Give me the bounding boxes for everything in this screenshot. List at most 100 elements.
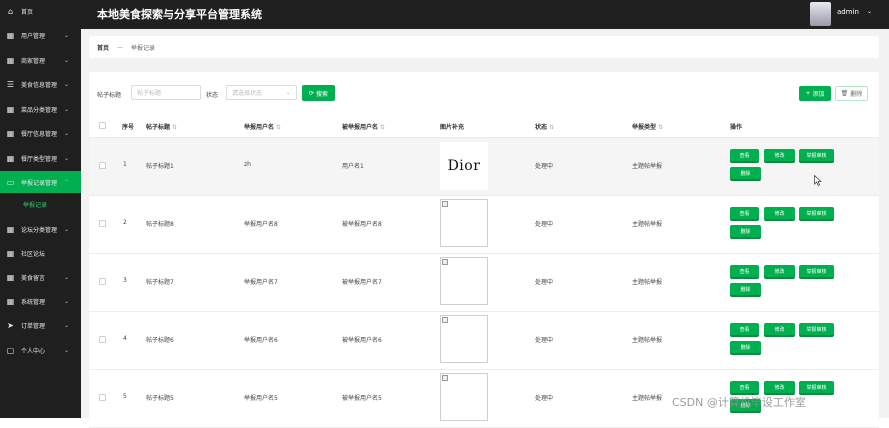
row-index: 4: [123, 335, 127, 342]
row-image: [440, 315, 488, 363]
sidebar-item-label: 用户管理: [21, 32, 46, 40]
column-header-title[interactable]: 帖子标题 ⇅: [146, 122, 177, 131]
row-index: 2: [123, 219, 127, 226]
sort-icon[interactable]: ⇅: [380, 124, 385, 131]
row-reporter: 举报用户名5: [244, 395, 278, 402]
header-label: 举报用户名: [244, 124, 275, 131]
sidebar-item[interactable]: ▦ 餐厅信息管理 ⌄: [0, 122, 81, 144]
view-button[interactable]: 查看: [730, 207, 759, 221]
chevron-down-icon: ⌄: [64, 129, 70, 137]
title-filter-label: 帖子标题: [97, 92, 122, 99]
avatar[interactable]: [810, 2, 831, 26]
breadcrumb-current: 举报记录: [131, 44, 156, 52]
row-index: 1: [123, 161, 127, 168]
admin-username[interactable]: admin: [837, 8, 859, 16]
sidebar-item-label: 商家管理: [21, 57, 46, 65]
sidebar-item[interactable]: ▦ 用户管理 ⌄: [0, 24, 81, 46]
sidebar-item[interactable]: ☰ 美食信息管理 ⌄: [0, 73, 81, 95]
delete-button[interactable]: 删除: [730, 341, 761, 355]
delete-button[interactable]: 删除: [730, 167, 761, 181]
row-reported-user: 被举报用户名5: [342, 395, 382, 402]
edit-button[interactable]: 修改: [764, 207, 795, 221]
row-report-type: 主题帖举报: [632, 221, 663, 228]
column-header-type[interactable]: 举报类型 ⇅: [632, 122, 663, 131]
sort-icon[interactable]: ⇅: [172, 124, 177, 131]
sidebar-item[interactable]: ▦ 菜品分类管理 ⌄: [0, 98, 81, 120]
select-all-checkbox[interactable]: [99, 122, 106, 129]
column-header-image: 图片补充: [440, 122, 464, 131]
row-checkbox[interactable]: [99, 336, 106, 343]
row-index: 3: [123, 277, 127, 284]
sidebar-item[interactable]: ➤ 订单管理 ⌄: [0, 314, 81, 336]
row-reporter: zh: [244, 161, 251, 168]
row-status: 处理中: [535, 221, 554, 228]
sort-icon[interactable]: ⇅: [276, 124, 281, 131]
delete-button[interactable]: 删除: [730, 225, 761, 239]
row-checkbox[interactable]: [99, 394, 106, 401]
broken-image-icon: [442, 375, 448, 381]
edit-button[interactable]: 修改: [764, 381, 795, 395]
row-reporter: 举报用户名6: [244, 337, 278, 344]
review-report-button[interactable]: 举报审核: [799, 207, 834, 221]
chevron-down-icon: ⌄: [64, 31, 70, 39]
row-reporter: 举报用户名7: [244, 279, 278, 286]
row-title: 帖子标题8: [146, 221, 174, 228]
edit-button[interactable]: 修改: [764, 149, 795, 163]
sort-icon[interactable]: ⇅: [549, 124, 554, 131]
header-label: 帖子标题: [146, 124, 171, 131]
view-button[interactable]: 查看: [730, 149, 759, 163]
row-checkbox[interactable]: [99, 220, 106, 227]
row-image: [440, 199, 488, 247]
column-header-reported[interactable]: 被举报用户名 ⇅: [342, 122, 385, 131]
view-button[interactable]: 查看: [730, 323, 759, 337]
sidebar-subitem-report-records[interactable]: 举报记录: [0, 196, 81, 212]
breadcrumb-home[interactable]: 首页: [97, 43, 109, 52]
review-report-button[interactable]: 举报审核: [799, 265, 834, 279]
column-header-status[interactable]: 状态 ⇅: [535, 122, 554, 131]
sidebar-item[interactable]: ▦ 论坛分类管理 ⌄: [0, 218, 81, 240]
view-button[interactable]: 查看: [730, 265, 759, 279]
header-label: 操作: [730, 124, 743, 131]
edit-button[interactable]: 修改: [764, 323, 795, 337]
sidebar-item[interactable]: ▦ 社区论坛: [0, 242, 81, 264]
sidebar-item[interactable]: ▦ 餐厅类型管理 ⌄: [0, 147, 81, 169]
review-report-button[interactable]: 举报审核: [799, 323, 834, 337]
row-checkbox[interactable]: [99, 162, 106, 169]
row-report-type: 主题帖举报: [632, 163, 663, 170]
sort-icon[interactable]: ⇅: [658, 124, 663, 131]
sidebar-item-label: 个人中心: [21, 347, 46, 355]
app-title: 本地美食探索与分享平台管理系统: [97, 8, 262, 21]
sidebar: ⌂ 首页 ▦ 用户管理 ⌄ ▦ 商家管理 ⌄ ☰ 美食信息管理 ⌄ ▦ 菜品分类管理 ⌄ ▦ 餐厅信息管理 ⌄ ▦…: [0, 0, 81, 418]
row-checkbox[interactable]: [99, 278, 106, 285]
sidebar-item[interactable]: ▦ 系统管理 ⌄: [0, 290, 81, 312]
search-button[interactable]: ⟳ 搜索: [302, 85, 335, 101]
delete-button-label: 删除: [850, 91, 863, 98]
row-title: 帖子标题1: [146, 163, 174, 170]
sidebar-item[interactable]: ⌂ 首页: [0, 0, 81, 22]
chevron-down-icon[interactable]: ⌄: [867, 8, 872, 15]
row-status: 处理中: [535, 279, 554, 286]
title-search-input[interactable]: 帖子标题: [131, 85, 201, 100]
review-report-button[interactable]: 举报审核: [799, 381, 834, 395]
delete-button[interactable]: 删除: [730, 283, 761, 297]
sidebar-item-label: 举报记录管理: [21, 179, 58, 187]
row-title: 帖子标题5: [146, 395, 174, 402]
add-button[interactable]: + 添加: [799, 86, 831, 101]
home-icon: ⌂: [7, 6, 14, 16]
watermark-text: CSDN @计算机毕设工作室: [672, 396, 806, 409]
edit-button[interactable]: 修改: [764, 265, 795, 279]
sidebar-item[interactable]: ▦ 美食留言 ⌄: [0, 266, 81, 288]
column-header-actions: 操作: [730, 122, 742, 131]
view-button[interactable]: 查看: [730, 381, 759, 395]
monitor-icon: ▭: [6, 177, 15, 187]
chevron-down-icon: ⌄: [64, 105, 70, 113]
chevron-down-icon: ⌄: [64, 154, 70, 162]
sidebar-item[interactable]: ▢ 个人中心 ⌄: [0, 339, 81, 361]
grid-icon: ▦: [6, 104, 15, 114]
sidebar-item[interactable]: ▦ 商家管理 ⌄: [0, 49, 81, 71]
sidebar-item[interactable]: ▭ 举报记录管理 ⌃: [0, 171, 81, 193]
row-reported-user: 被举报用户名8: [342, 221, 382, 228]
review-report-button[interactable]: 举报审核: [799, 149, 834, 163]
column-header-reporter[interactable]: 举报用户名 ⇅: [244, 122, 281, 131]
batch-delete-button[interactable]: 🗑 删除: [835, 86, 868, 101]
